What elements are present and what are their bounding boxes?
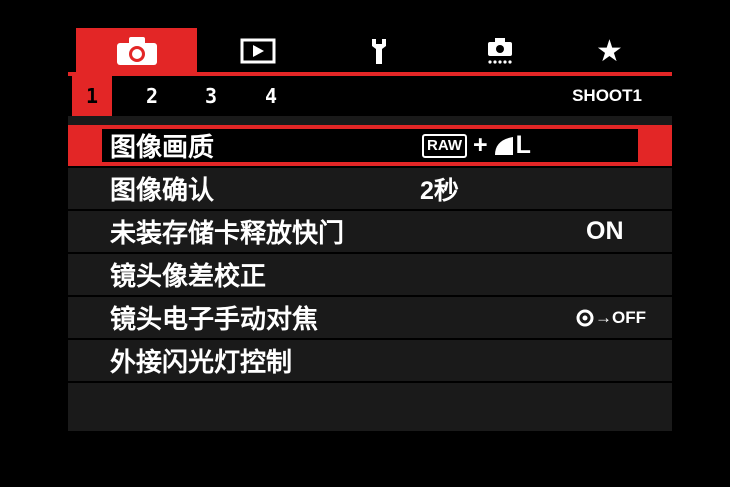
menu-item-label: 镜头像差校正 [110,262,267,292]
tab-shooting[interactable] [76,28,197,74]
image-size-label: L [515,131,531,159]
camera-icon [116,37,157,65]
menu-item-image-quality[interactable]: 图像画质 RAW + L [68,125,672,168]
section-label: SHOOT1 [572,86,642,105]
page-selector: 1 2 3 4 SHOOT1 [68,76,672,116]
menu-item-label: 未装存储卡释放快门 [110,219,345,249]
menu-item-image-review[interactable]: 图像确认 2秒 [68,168,672,211]
menu-item-lens-aberration-correction[interactable]: 镜头像差校正 [68,254,672,297]
jpeg-quality-fine-icon [494,136,513,155]
menu-item-label: 图像确认 [110,176,215,206]
wrench-icon [371,39,386,64]
custom-icon [487,38,512,64]
menu-list: 图像画质 RAW + L 图像确认 2秒 未装存储卡释放快门 ON 镜头像差校正… [68,125,672,383]
raw-icon: RAW [422,133,467,158]
star-icon: ★ [596,33,623,69]
tab-custom-functions[interactable] [439,28,560,74]
page-2[interactable]: 2 [132,76,172,116]
menu-item-value-text: →OFF [595,307,646,327]
page-1[interactable]: 1 [72,76,112,116]
menu-item-value: ON [586,217,624,245]
plus-sign: + [473,131,488,159]
page-3[interactable]: 3 [191,76,231,116]
menu-item-label: 外接闪光灯控制 [110,348,293,378]
menu-item-label: 图像画质 [110,133,215,163]
play-icon [240,38,275,64]
menu-item-external-flash-control[interactable]: 外接闪光灯控制 [68,340,672,383]
menu-tab-bar: ★ [68,28,672,74]
menu-item-value: →OFF [576,297,646,338]
tab-setup[interactable] [318,28,439,74]
focus-ring-icon [576,309,594,326]
menu-item-value: 2秒 [420,176,459,205]
tab-my-menu[interactable]: ★ [549,28,670,74]
tab-playback[interactable] [197,28,318,74]
menu-item-lens-electronic-mf[interactable]: 镜头电子手动对焦 →OFF [68,297,672,340]
menu-item-value: RAW + L [422,125,531,166]
menu-item-release-without-card[interactable]: 未装存储卡释放快门 ON [68,211,672,254]
page-4[interactable]: 4 [251,76,291,116]
menu-item-label: 镜头电子手动对焦 [110,305,319,335]
